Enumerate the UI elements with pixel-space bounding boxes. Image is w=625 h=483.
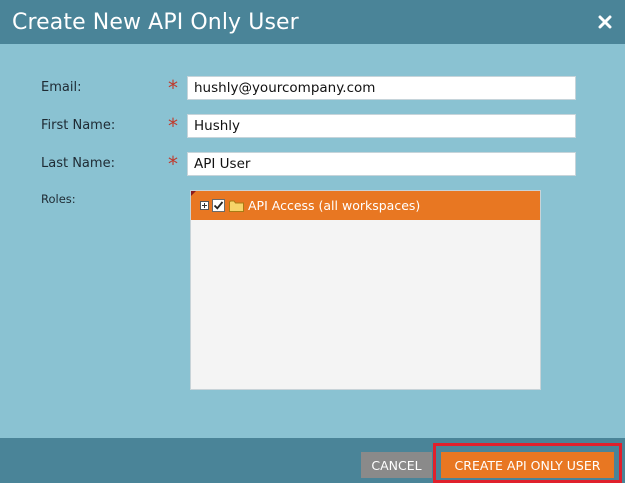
folder-icon bbox=[229, 200, 244, 212]
dialog-footer: CANCEL CREATE API ONLY USER bbox=[0, 438, 625, 483]
dialog-title: Create New API Only User bbox=[12, 9, 299, 35]
role-checkbox[interactable] bbox=[212, 199, 225, 212]
last-name-label: Last Name: bbox=[41, 156, 115, 171]
cancel-button[interactable]: CANCEL bbox=[361, 452, 432, 478]
user-form: Email: * hushly@yourcompany.com First Na… bbox=[0, 44, 625, 438]
selection-corner-marker bbox=[191, 191, 196, 196]
last-name-required-marker: * bbox=[168, 152, 178, 176]
first-name-required-marker: * bbox=[168, 114, 178, 138]
close-icon[interactable] bbox=[595, 12, 615, 32]
first-name-row: First Name: * Hushly bbox=[41, 114, 581, 140]
email-label: Email: bbox=[41, 80, 82, 95]
first-name-field[interactable]: Hushly bbox=[187, 114, 576, 138]
create-api-user-dialog: Create New API Only User Email: * hushly… bbox=[0, 0, 625, 483]
first-name-label: First Name: bbox=[41, 118, 116, 133]
roles-label: Roles: bbox=[41, 192, 76, 206]
last-name-row: Last Name: * API User bbox=[41, 152, 581, 178]
role-item-label: API Access (all workspaces) bbox=[248, 198, 421, 213]
email-row: Email: * hushly@yourcompany.com bbox=[41, 76, 581, 102]
email-required-marker: * bbox=[168, 76, 178, 100]
create-api-only-user-button[interactable]: CREATE API ONLY USER bbox=[441, 452, 614, 478]
plus-expander-icon[interactable] bbox=[200, 201, 209, 210]
last-name-field[interactable]: API User bbox=[187, 152, 576, 176]
role-item-api-access[interactable]: API Access (all workspaces) bbox=[191, 191, 540, 220]
roles-list[interactable]: API Access (all workspaces) bbox=[190, 190, 541, 390]
checkmark-icon bbox=[213, 201, 224, 210]
dialog-title-bar: Create New API Only User bbox=[0, 0, 625, 44]
email-field[interactable]: hushly@yourcompany.com bbox=[187, 76, 576, 100]
